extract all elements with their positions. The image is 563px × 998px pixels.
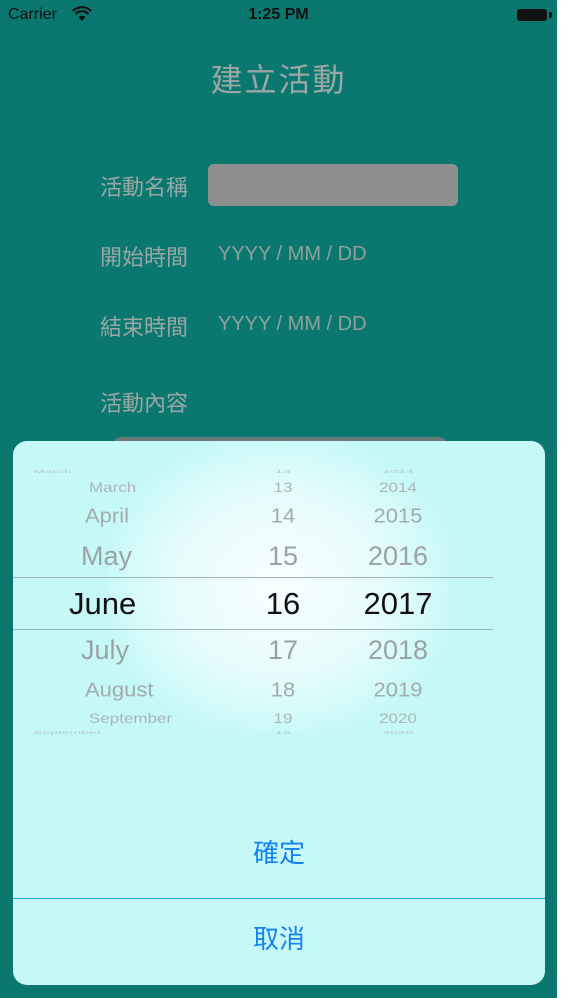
day-wheel[interactable]: 13 13 14 15 16 17 18 19 19: [253, 441, 313, 741]
day-option: 15: [267, 541, 299, 571]
year-option: 2014: [382, 468, 414, 474]
cancel-button[interactable]: 取消: [13, 919, 545, 959]
content-label: 活動內容: [100, 392, 189, 417]
month-option: September: [33, 729, 102, 735]
year-option: 2020: [382, 729, 414, 735]
day-option: 13: [275, 468, 291, 474]
page-title: 建立活動: [210, 61, 347, 99]
end-time-label: 結束時間: [100, 316, 189, 341]
year-option: 2014: [379, 480, 417, 496]
year-option: 2018: [367, 635, 429, 665]
day-selected: 16: [265, 586, 301, 621]
battery-icon: [517, 9, 547, 21]
year-selected: 2017: [363, 586, 433, 621]
name-label: 活動名稱: [100, 176, 189, 201]
year-option: 2020: [379, 711, 417, 727]
month-option: September: [89, 711, 173, 727]
day-option: 14: [270, 504, 296, 528]
date-picker-sheet: March March April May June July August S…: [13, 441, 545, 985]
month-option: May: [81, 541, 133, 571]
end-time-field[interactable]: YYYY / MM / DD: [218, 313, 367, 336]
app-screen: Carrier 1:25 PM 建立活動 活動名稱 開始時間 YYYY / MM…: [0, 0, 557, 998]
month-option: March: [33, 468, 72, 474]
status-time: 1:25 PM: [248, 6, 309, 23]
day-option: 13: [273, 480, 293, 496]
month-option: March: [89, 480, 137, 496]
battery-tip-icon: [549, 12, 552, 18]
name-field[interactable]: [208, 164, 458, 206]
status-bar: Carrier 1:25 PM: [0, 0, 557, 30]
day-option: 17: [267, 635, 299, 665]
day-option: 18: [270, 678, 296, 702]
day-option: 19: [275, 729, 291, 735]
month-option: April: [85, 504, 130, 528]
start-time-field[interactable]: YYYY / MM / DD: [218, 243, 367, 266]
month-option: August: [85, 678, 154, 702]
month-selected: June: [69, 586, 137, 621]
year-option: 2016: [367, 541, 429, 571]
button-divider: [13, 898, 545, 899]
year-option: 2015: [373, 504, 423, 528]
selection-line-bottom: [13, 629, 493, 630]
confirm-button[interactable]: 確定: [13, 833, 545, 873]
year-option: 2019: [373, 678, 423, 702]
year-wheel[interactable]: 2014 2014 2015 2016 2017 2018 2019 2020 …: [343, 441, 453, 741]
start-time-label: 開始時間: [100, 246, 189, 271]
selection-line-top: [13, 577, 493, 578]
month-wheel[interactable]: March March April May June July August S…: [33, 441, 193, 741]
screen-edge: [557, 0, 563, 998]
month-option: July: [81, 635, 130, 665]
day-option: 19: [273, 711, 293, 727]
